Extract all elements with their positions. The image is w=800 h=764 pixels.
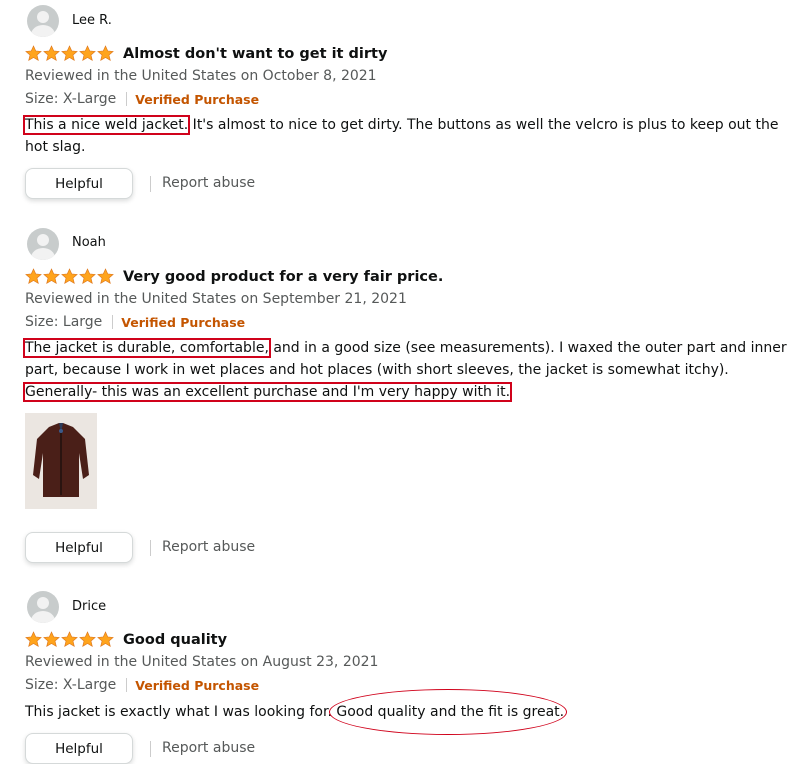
helpful-button[interactable]: Helpful xyxy=(25,733,133,764)
star-icon xyxy=(97,268,114,285)
star-icon xyxy=(43,268,60,285)
circled-text: Good quality and the fit is great. xyxy=(336,704,565,720)
divider xyxy=(150,176,151,192)
review-date: Reviewed in the United States on August … xyxy=(25,654,379,670)
helpful-button[interactable]: Helpful xyxy=(25,168,133,199)
avatar[interactable] xyxy=(27,591,59,623)
star-icon xyxy=(97,631,114,648)
verified-purchase-badge: Verified Purchase xyxy=(135,677,260,693)
size-line: Size: X-Large Verified Purchase xyxy=(25,677,259,693)
star-icon xyxy=(61,268,78,285)
review-title[interactable]: Very good product for a very fair price. xyxy=(123,269,443,285)
star-icon xyxy=(43,631,60,648)
report-abuse-link[interactable]: Report abuse xyxy=(162,539,255,555)
star-icon xyxy=(97,45,114,62)
review-date: Reviewed in the United States on October… xyxy=(25,68,377,84)
size-label[interactable]: Size: Large xyxy=(25,314,102,330)
star-icon xyxy=(79,631,96,648)
report-abuse-link[interactable]: Report abuse xyxy=(162,740,255,756)
reviewer-name[interactable]: Noah xyxy=(72,235,106,250)
size-line: Size: Large Verified Purchase xyxy=(25,314,245,330)
avatar[interactable] xyxy=(27,228,59,260)
review-text: The jacket is durable, comfortable, and … xyxy=(22,337,790,403)
star-icon xyxy=(79,45,96,62)
jacket-image xyxy=(25,413,97,509)
size-line: Size: X-Large Verified Purchase xyxy=(25,91,259,107)
star-icon xyxy=(25,631,42,648)
highlighted-text: Generally- this was an excellent purchas… xyxy=(22,382,513,402)
size-label[interactable]: Size: X-Large xyxy=(25,677,116,693)
size-label[interactable]: Size: X-Large xyxy=(25,91,116,107)
star-rating[interactable] xyxy=(25,45,114,62)
review-text: This jacket is exactly what I was lookin… xyxy=(25,701,790,723)
star-icon xyxy=(79,268,96,285)
highlighted-text: This a nice weld jacket. xyxy=(22,115,191,135)
review-text: This a nice weld jacket. It's almost to … xyxy=(22,114,790,158)
divider xyxy=(150,540,151,556)
star-icon xyxy=(61,631,78,648)
star-rating[interactable] xyxy=(25,631,114,648)
report-abuse-link[interactable]: Report abuse xyxy=(162,175,255,191)
avatar[interactable] xyxy=(27,5,59,37)
reviewer-name[interactable]: Drice xyxy=(72,599,106,614)
review-image-thumbnail[interactable] xyxy=(25,413,97,509)
star-icon xyxy=(43,45,60,62)
helpful-button[interactable]: Helpful xyxy=(25,532,133,563)
review-date: Reviewed in the United States on Septemb… xyxy=(25,291,407,307)
star-rating[interactable] xyxy=(25,268,114,285)
highlighted-text: The jacket is durable, comfortable, xyxy=(23,338,271,358)
divider xyxy=(150,741,151,757)
verified-purchase-badge: Verified Purchase xyxy=(135,91,260,107)
star-icon xyxy=(25,45,42,62)
star-icon xyxy=(61,45,78,62)
verified-purchase-badge: Verified Purchase xyxy=(121,314,246,330)
review-title[interactable]: Almost don't want to get it dirty xyxy=(123,46,387,62)
star-icon xyxy=(25,268,42,285)
review-text-plain: This jacket is exactly what I was lookin… xyxy=(25,704,332,720)
reviewer-name[interactable]: Lee R. xyxy=(72,13,112,28)
review-title[interactable]: Good quality xyxy=(123,632,227,648)
